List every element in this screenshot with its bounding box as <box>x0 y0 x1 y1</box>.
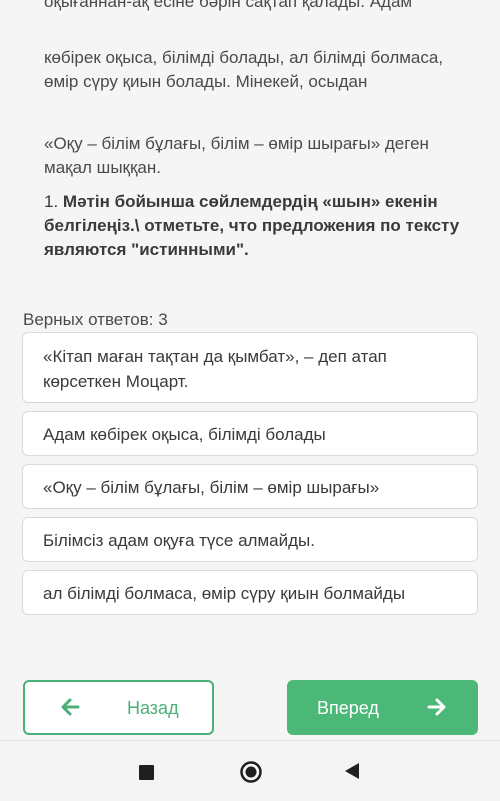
system-navigation-bar <box>0 740 500 801</box>
answer-option-4[interactable]: Білімсіз адам оқуға түсе алмайды. <box>22 517 478 562</box>
passage-text: көбірек оқыса, білімді болады, ал білімд… <box>44 48 444 91</box>
answer-option-1[interactable]: «Кітап маған тақтан да қымбат», – деп ат… <box>22 332 478 403</box>
correct-answers-count: Верных ответов: 3 <box>23 310 168 329</box>
quiz-content: оқығаннан-ақ есіне бәрін сақтап қалады. … <box>0 0 500 740</box>
next-button[interactable]: Вперед <box>287 680 478 735</box>
passage-proverb: «Оқу – білім бұлағы, білім – өмір шырағы… <box>44 134 429 177</box>
home-circle-icon[interactable] <box>239 760 263 784</box>
back-triangle-icon[interactable] <box>344 762 360 780</box>
recents-square-icon[interactable] <box>139 765 154 780</box>
back-button-label: Назад <box>127 698 179 718</box>
question-number: 1. <box>44 192 59 211</box>
answer-option-2[interactable]: Адам көбірек оқыса, білімді болады <box>22 411 478 456</box>
answer-options: «Кітап маған тақтан да қымбат», – деп ат… <box>22 332 478 623</box>
question-prompt: Мәтін бойынша сөйлемдердің «шын» екенін … <box>44 192 460 259</box>
question-text: 1. Мәтін бойынша сөйлемдердің «шын» екен… <box>44 190 464 262</box>
passage-text-cut: оқығаннан-ақ есіне бәрін сақтап қалады. … <box>44 0 413 11</box>
back-button[interactable]: Назад <box>23 680 214 735</box>
arrow-right-icon <box>427 698 446 716</box>
next-button-label: Вперед <box>317 698 379 718</box>
answer-option-3[interactable]: «Оқу – білім бұлағы, білім – өмір шырағы… <box>22 464 478 509</box>
arrow-left-icon <box>61 698 80 716</box>
answer-option-5[interactable]: ал білімді болмаса, өмір сүру қиын болма… <box>22 570 478 615</box>
